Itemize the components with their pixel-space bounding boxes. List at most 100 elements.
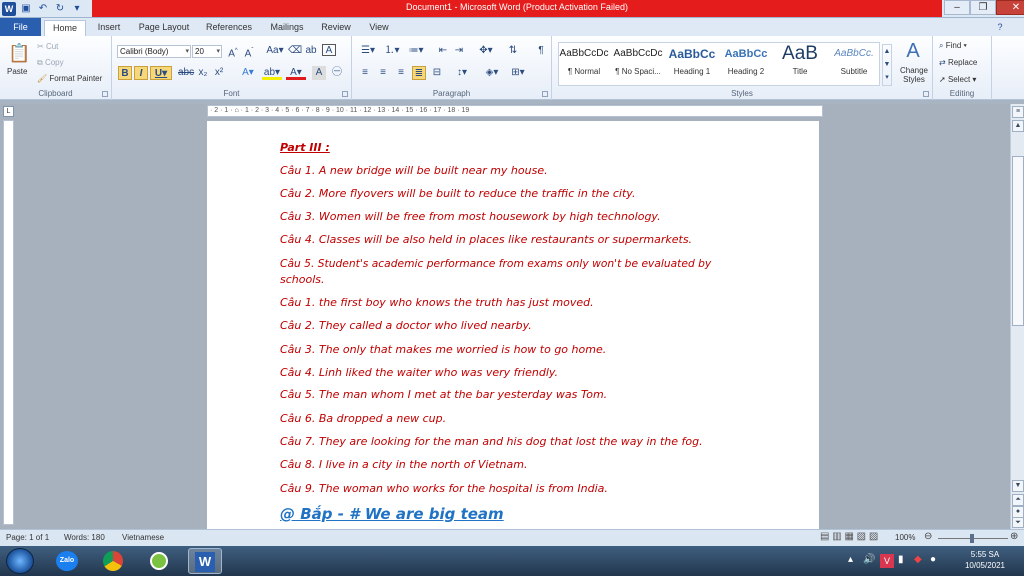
grow-font-icon[interactable]: A^ — [226, 44, 240, 59]
customize-qat-icon[interactable]: ▾ — [70, 2, 84, 16]
change-case-icon[interactable]: Aa▾ — [266, 44, 284, 58]
tab-selector-icon[interactable]: L — [3, 106, 14, 117]
save-icon[interactable]: ▣ — [19, 2, 33, 16]
align-right-icon[interactable]: ≡ — [394, 66, 408, 80]
horizontal-ruler[interactable]: · 2 · 1 · ⌂ · 1 · 2 · 3 · 4 · 5 · 6 · 7 … — [207, 105, 823, 117]
phonetic-guide-icon[interactable]: ab — [304, 44, 318, 58]
zoom-in-icon[interactable]: ⊕ — [1010, 531, 1018, 542]
system-clock[interactable]: 5:55 SA 10/05/2021 — [955, 549, 1015, 571]
multilevel-list-icon[interactable]: ≔▾ — [406, 44, 426, 58]
style-heading-2[interactable]: AaBbCc Heading 2 — [720, 44, 772, 88]
page-count[interactable]: Page: 1 of 1 — [6, 533, 49, 542]
style-no-spacing[interactable]: AaBbCcDc ¶ No Spaci... — [612, 44, 664, 88]
ruler-toggle-icon[interactable]: ≡ — [1012, 106, 1024, 118]
view-buttons[interactable]: ▤ ▥ ▦ ▧ ▨ — [820, 531, 878, 542]
chrome-taskbar-button[interactable] — [96, 548, 130, 574]
tab-home[interactable]: Home — [44, 20, 86, 36]
asian-layout-icon[interactable]: ✥▾ — [476, 44, 496, 58]
italic-icon[interactable]: I — [134, 66, 148, 80]
word-logo-icon[interactable]: W — [2, 2, 16, 16]
start-orb-icon[interactable] — [6, 548, 34, 574]
strikethrough-icon[interactable]: abc — [178, 66, 194, 80]
character-shading-icon[interactable]: A — [312, 66, 326, 80]
tab-file[interactable]: File — [0, 18, 41, 36]
style-normal[interactable]: AaBbCcDc ¶ Normal — [558, 44, 610, 88]
undo-icon[interactable]: ↶ — [36, 2, 50, 16]
styles-scroll-icon[interactable]: ▲ ▼ ▾ — [882, 44, 892, 86]
zoom-slider-thumb[interactable] — [970, 534, 974, 543]
greenshot-taskbar-button[interactable] — [142, 548, 176, 574]
minimize-button[interactable]: – — [944, 0, 970, 15]
format-painter-button[interactable]: 🖌 Format Painter — [37, 74, 102, 83]
scroll-up-icon[interactable]: ▲ — [1012, 120, 1024, 132]
network-icon[interactable]: ▮ — [898, 554, 904, 565]
help-icon[interactable]: ? — [994, 20, 1006, 36]
vertical-scrollbar[interactable]: ≡ ▲ ▼ ⏶ ● ⏷ — [1010, 104, 1024, 529]
tab-page-layout[interactable]: Page Layout — [136, 20, 192, 36]
enclose-characters-icon[interactable]: ㊀ — [330, 66, 344, 80]
word-taskbar-button[interactable]: W — [188, 548, 222, 574]
paste-button[interactable]: Paste — [7, 67, 27, 76]
bullets-icon[interactable]: ☰▾ — [358, 44, 378, 58]
change-styles-button[interactable]: Change Styles — [896, 66, 932, 84]
styles-launcher-icon[interactable] — [923, 91, 929, 97]
shrink-font-icon[interactable]: Aˇ — [242, 44, 256, 59]
clipboard-launcher-icon[interactable] — [102, 91, 108, 97]
align-left-icon[interactable]: ≡ — [358, 66, 372, 80]
bold-icon[interactable]: B — [118, 66, 132, 80]
font-name-select[interactable]: Calibri (Body) — [117, 45, 191, 58]
show-hide-icon[interactable]: ¶ — [534, 44, 548, 58]
close-button[interactable]: ✕ — [996, 0, 1024, 15]
justify-icon[interactable]: ≣ — [412, 66, 426, 80]
font-size-select[interactable]: 20 — [192, 45, 222, 58]
underline-icon[interactable]: U▾ — [150, 66, 172, 80]
zoom-out-icon[interactable]: ⊖ — [924, 531, 932, 542]
paragraph-launcher-icon[interactable] — [542, 91, 548, 97]
tab-references[interactable]: References — [202, 20, 256, 36]
style-title[interactable]: AaB Title — [774, 44, 826, 88]
volume-icon[interactable]: 🔊 — [863, 554, 875, 565]
style-subtitle[interactable]: AaBbCc. Subtitle — [828, 44, 880, 88]
clear-formatting-icon[interactable]: ⌫ — [288, 44, 302, 58]
subscript-icon[interactable]: x₂ — [196, 66, 210, 80]
tab-insert[interactable]: Insert — [92, 20, 126, 36]
previous-page-icon[interactable]: ⏶ — [1012, 494, 1024, 506]
zalo-tray-icon[interactable]: ● — [930, 554, 936, 565]
numbering-icon[interactable]: ⒈▾ — [382, 44, 402, 58]
character-border-icon[interactable]: A — [322, 44, 336, 56]
text-effects-icon[interactable]: A▾ — [238, 66, 258, 80]
tray-expand-icon[interactable]: ▴ — [848, 554, 853, 565]
next-page-icon[interactable]: ⏷ — [1012, 517, 1024, 528]
language-indicator[interactable]: Vietnamese — [122, 533, 164, 542]
scroll-down-icon[interactable]: ▼ — [1012, 480, 1024, 492]
tab-review[interactable]: Review — [318, 20, 354, 36]
find-button[interactable]: ⌕ Find ▾ — [939, 41, 967, 51]
select-button[interactable]: ➚ Select ▾ — [939, 75, 976, 84]
distributed-icon[interactable]: ⊟ — [430, 66, 444, 80]
maximize-button[interactable]: ❐ — [970, 0, 996, 15]
sort-icon[interactable]: ⇅ — [506, 44, 520, 58]
tab-view[interactable]: View — [364, 20, 394, 36]
tab-mailings[interactable]: Mailings — [266, 20, 308, 36]
replace-button[interactable]: ⇄ Replace — [939, 58, 977, 67]
redo-icon[interactable]: ↻ — [53, 2, 67, 16]
line-spacing-icon[interactable]: ↕▾ — [452, 66, 472, 80]
vertical-ruler[interactable] — [3, 120, 14, 525]
cut-button[interactable]: ✂ Cut — [37, 42, 58, 51]
style-heading-1[interactable]: AaBbCc Heading 1 — [666, 44, 718, 88]
scroll-thumb[interactable] — [1012, 156, 1024, 326]
zalo-taskbar-button[interactable]: Zalo — [50, 548, 84, 574]
zoom-level[interactable]: 100% — [895, 533, 915, 542]
font-launcher-icon[interactable] — [342, 91, 348, 97]
copy-button[interactable]: ⧉ Copy — [37, 58, 64, 68]
highlight-icon[interactable]: ab▾ — [262, 66, 282, 80]
borders-icon[interactable]: ⊞▾ — [508, 66, 528, 80]
decrease-indent-icon[interactable]: ⇤ — [436, 44, 450, 58]
font-color-icon[interactable]: A▾ — [286, 66, 306, 80]
change-styles-icon[interactable]: A — [900, 40, 926, 62]
vpn-icon[interactable]: V — [880, 554, 894, 568]
shading-icon[interactable]: ◈▾ — [482, 66, 502, 80]
paste-icon[interactable]: 📋 — [8, 42, 30, 64]
word-count[interactable]: Words: 180 — [64, 533, 105, 542]
superscript-icon[interactable]: x² — [212, 66, 226, 80]
